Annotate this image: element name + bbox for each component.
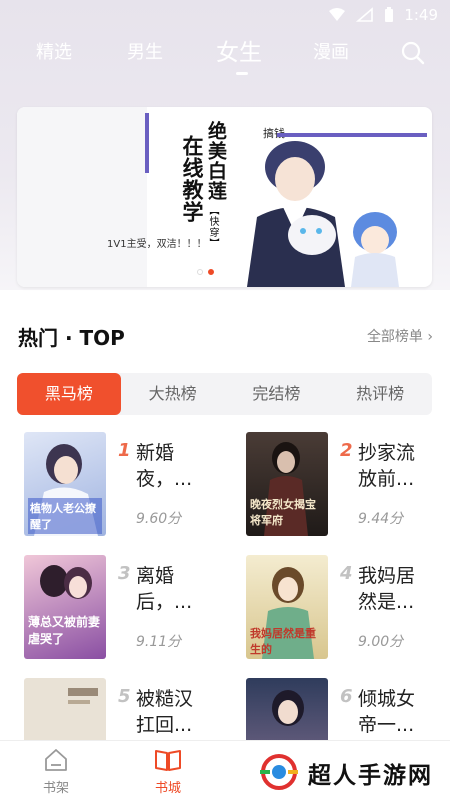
rank-number: 2 [340,440,353,461]
rank-tabs: 黑马榜 大热榜 完结榜 热评榜 [17,373,432,415]
book-open-icon [155,750,181,771]
watermark-logo [260,754,298,790]
wifi-icon [329,8,346,21]
book-cover[interactable]: 晚夜烈女揭宝将军府 [246,432,328,536]
book-item[interactable]: 晚夜烈女揭宝将军府 2 抄家流放前... 9.44分 [246,432,446,540]
rank-tab-hot[interactable]: 大热榜 [121,373,225,415]
tab-comics[interactable]: 漫画 [313,36,349,70]
rank-tab-reviews[interactable]: 热评榜 [328,373,432,415]
top-nav: 精选 男生 女生 漫画 [0,36,450,76]
book-item[interactable]: 薄总又被前妻虐哭了 3 离婚后，... 9.11分 [24,555,224,663]
tab-male[interactable]: 男生 [127,36,163,70]
banner-accent-bar [145,113,149,173]
book-score: 9.44分 [358,511,404,527]
all-rank-link[interactable]: 全部榜单 › [367,326,433,346]
tab-jingxuan[interactable]: 精选 [36,36,72,70]
rank-number: 4 [340,563,353,584]
book-cover[interactable]: 我妈居然是重生的 [246,555,328,659]
bookshelf-icon [45,749,67,771]
book-title: 被糙汉扛回... [136,688,194,736]
section-title: 热门 · TOP [18,326,125,350]
rank-number: 5 [118,686,131,707]
nav-bookshelf-label: 书架 [42,781,69,796]
cover-title: 薄总又被前妻虐哭了 [28,615,101,646]
book-item[interactable]: 我妈居然是重生的 4 我妈居然是... 9.00分 [246,555,446,663]
cover-title: 晚夜烈女揭宝将军府 [250,498,316,527]
promo-banner[interactable]: 在线教学 绝美白莲 【快穿】 搞钱 1V1主受，双洁！！！ [17,107,432,287]
status-bar: 1:49 [0,0,450,32]
book-cover[interactable]: 植物人老公撩醒了 [24,432,106,536]
watermark-text: 超人手游网 [308,763,433,789]
book-title: 新婚夜，... [136,442,193,490]
book-title: 抄家流放前... [358,442,416,490]
banner-left-panel [17,107,147,287]
battery-icon [385,7,394,22]
book-title: 离婚后，... [136,565,193,613]
book-cover[interactable]: 薄总又被前妻虐哭了 [24,555,106,659]
cover-title: 植物人老公撩醒了 [28,498,102,534]
tab-female[interactable]: 女生 [216,36,262,70]
rank-number: 1 [118,440,131,461]
banner-dot-active[interactable] [208,269,214,275]
rank-tab-completed[interactable]: 完结榜 [225,373,329,415]
search-icon[interactable] [400,40,426,66]
section-header: 热门 · TOP 全部榜单 › [18,322,433,352]
book-score: 9.00分 [358,634,404,650]
nav-bookstore-label: 书城 [154,781,181,796]
nav-bookshelf[interactable]: 书架 [26,747,86,796]
cover-title: 我妈居然是重生的 [250,627,316,656]
book-item[interactable]: 植物人老公撩醒了 1 新婚夜，... 9.60分 [24,432,224,540]
banner-illustration [247,133,427,287]
rank-number: 6 [340,686,353,707]
watermark: 超人手游网 [256,752,450,792]
book-title: 倾城女帝一... [358,688,416,736]
banner-pagination [197,269,214,275]
book-score: 9.60分 [136,511,182,527]
status-time: 1:49 [404,6,438,24]
book-score: 9.11分 [136,634,182,650]
banner-dot[interactable] [197,269,203,275]
book-title: 我妈居然是... [358,565,416,613]
rank-tab-dark-horse[interactable]: 黑马榜 [17,373,121,415]
active-tab-indicator [236,72,248,75]
banner-caption: 1V1主受，双洁！！！ [107,239,207,250]
signal-icon [356,7,374,22]
rank-number: 3 [118,563,131,584]
nav-bookstore[interactable]: 书城 [138,747,198,796]
